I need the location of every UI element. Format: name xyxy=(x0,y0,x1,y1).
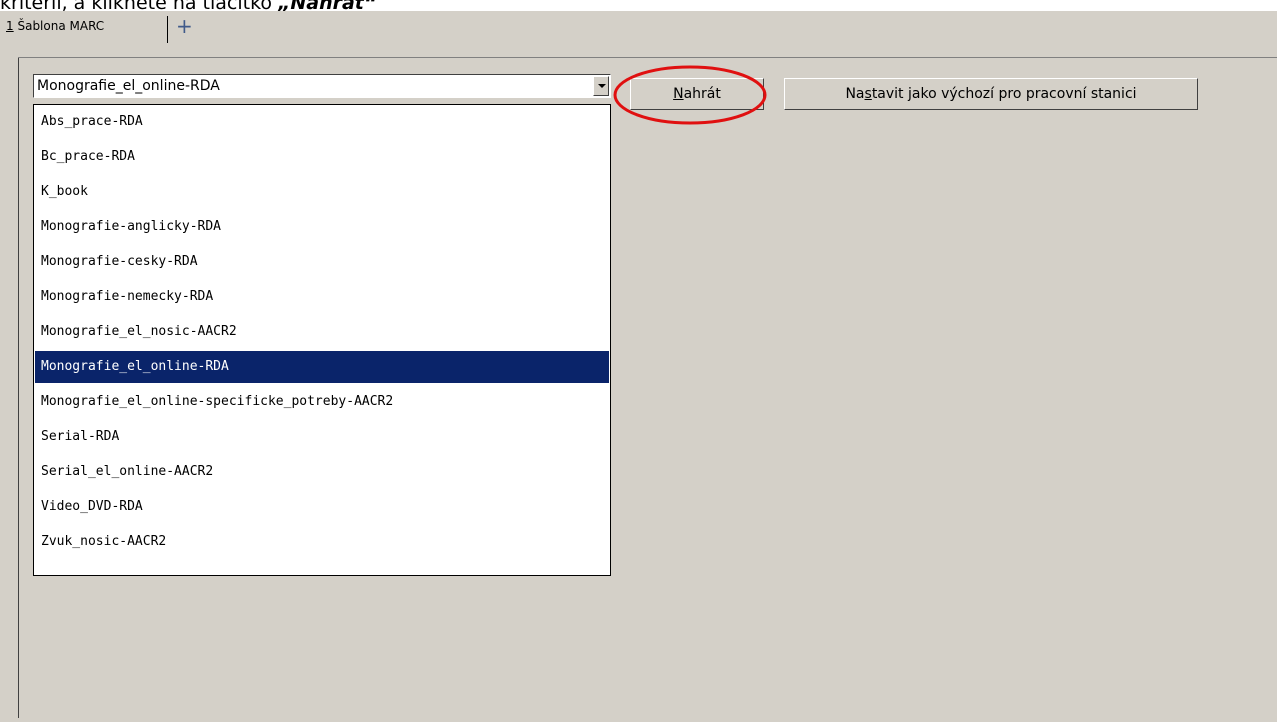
set-default-label: tavit jako výchozí pro pracovní stanici xyxy=(871,86,1137,102)
tab-sablona-marc[interactable]: 1 Šablona MARC xyxy=(6,19,104,33)
panel-shadow-edge xyxy=(18,58,19,718)
load-button-accel: N xyxy=(673,86,684,102)
document-caption: kritérii, a klikněte na tlačítko „Nahrát… xyxy=(0,0,1277,11)
list-item[interactable]: Monografie_el_online-specificke_potreby-… xyxy=(35,386,609,418)
template-select-value: Monografie_el_online-RDA xyxy=(37,78,220,94)
list-item-selected[interactable]: Monografie_el_online-RDA xyxy=(35,351,609,383)
tab-label: Šablona MARC xyxy=(17,19,105,33)
list-item[interactable]: K_book xyxy=(35,176,609,208)
set-default-accel: s xyxy=(864,86,872,102)
list-item[interactable]: Monografie-nemecky-RDA xyxy=(35,281,609,313)
set-default-pre: Na xyxy=(845,86,865,102)
list-item[interactable]: Monografie-cesky-RDA xyxy=(35,246,609,278)
template-select[interactable]: Monografie_el_online-RDA xyxy=(33,74,611,98)
chevron-down-icon[interactable] xyxy=(593,76,609,96)
tab-separator xyxy=(167,16,168,43)
list-item[interactable]: Monografie-anglicky-RDA xyxy=(35,211,609,243)
load-button-label: ahrát xyxy=(683,86,721,102)
list-item[interactable]: Abs_prace-RDA xyxy=(35,106,609,138)
load-button[interactable]: Nahrát xyxy=(630,78,764,110)
set-default-button[interactable]: Nastavit jako výchozí pro pracovní stani… xyxy=(784,78,1198,110)
add-tab-icon[interactable]: + xyxy=(176,16,193,36)
template-dropdown-list[interactable]: Abs_prace-RDA Bc_prace-RDA K_book Monogr… xyxy=(33,104,611,576)
caption-text: kritérii, a klikněte na tlačítko xyxy=(0,0,273,11)
list-item[interactable]: Serial_el_online-AACR2 xyxy=(35,456,609,488)
tab-strip: 1 Šablona MARC + xyxy=(0,11,1277,45)
list-item[interactable]: Monografie_el_nosic-AACR2 xyxy=(35,316,609,348)
tab-number: 1 xyxy=(6,19,14,33)
list-item[interactable]: Bc_prace-RDA xyxy=(35,141,609,173)
caption-emphasis: „Nahrát“ xyxy=(278,0,377,11)
list-item[interactable]: Zvuk_nosic-AACR2 xyxy=(35,526,609,558)
list-item[interactable]: Video_DVD-RDA xyxy=(35,491,609,523)
list-item[interactable]: Serial-RDA xyxy=(35,421,609,453)
